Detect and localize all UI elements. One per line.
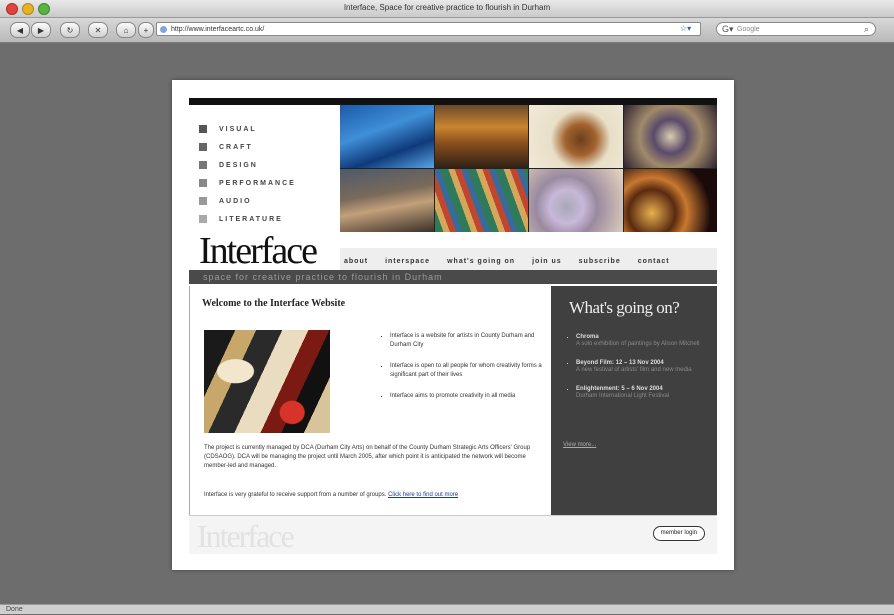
search-field[interactable]: G▾ Google ⌕ bbox=[716, 22, 876, 36]
nav-link-subscribe[interactable]: subscribe bbox=[579, 258, 621, 265]
whats-going-on-panel: What's going on? Chroma A solo exhibitio… bbox=[551, 286, 717, 515]
url-text: http://www.interfaceartc.co.uk/ bbox=[171, 25, 265, 33]
discipline-item-design[interactable]: DESIGN bbox=[199, 156, 296, 174]
top-strip bbox=[189, 98, 717, 105]
management-paragraph: The project is currently managed by DCA … bbox=[204, 445, 531, 469]
event-detail: Durham International Light Festival bbox=[576, 393, 670, 399]
event-detail: A solo exhibition of paintings by Alison… bbox=[576, 341, 700, 347]
search-engine-icon[interactable]: G▾ bbox=[722, 24, 734, 35]
rss-icon[interactable]: ☆▾ bbox=[680, 24, 691, 33]
event-item[interactable]: Beyond Film: 12 – 13 Nov 2004 A new fest… bbox=[576, 360, 711, 374]
view-more-link[interactable]: View more... bbox=[563, 442, 596, 448]
bullet-item: Interface is a website for artists in Co… bbox=[390, 332, 550, 350]
browser-toolbar: ◀ ▶ ↻ ✕ ⌂ + http://www.interfaceartc.co.… bbox=[0, 18, 894, 43]
discipline-label: AUDIO bbox=[219, 197, 252, 205]
discipline-item-visual[interactable]: VISUAL bbox=[199, 120, 296, 138]
support-paragraph: Interface is very grateful to receive su… bbox=[204, 491, 544, 500]
square-icon bbox=[199, 125, 207, 133]
discipline-item-audio[interactable]: AUDIO bbox=[199, 192, 296, 210]
site-container: VISUAL CRAFT DESIGN PERFORMANCE AUDIO LI… bbox=[189, 98, 717, 554]
event-item[interactable]: Enlightenment: 5 – 6 Nov 2004 Durham Int… bbox=[576, 386, 711, 400]
artwork-image bbox=[340, 169, 434, 232]
artwork-image bbox=[529, 105, 623, 168]
address-bar[interactable]: http://www.interfaceartc.co.uk/ bbox=[156, 22, 701, 36]
bookmark-add-icon[interactable]: + bbox=[138, 22, 154, 38]
site-footer: Interface member login bbox=[189, 515, 717, 554]
nav-link-contact[interactable]: contact bbox=[638, 258, 670, 265]
discipline-label: VISUAL bbox=[219, 125, 257, 133]
nav-link-interspace[interactable]: interspace bbox=[385, 258, 430, 265]
discipline-label: PERFORMANCE bbox=[219, 179, 296, 187]
bullet-item: Interface is open to all people for whom… bbox=[390, 362, 550, 380]
home-icon[interactable]: ⌂ bbox=[116, 22, 136, 38]
welcome-heading: Welcome to the Interface Website bbox=[202, 298, 346, 309]
web-page: VISUAL CRAFT DESIGN PERFORMANCE AUDIO LI… bbox=[172, 80, 734, 570]
search-placeholder: Google bbox=[737, 25, 760, 33]
artwork-image bbox=[340, 105, 434, 168]
back-button[interactable]: ◀ bbox=[10, 22, 30, 38]
search-icon[interactable]: ⌕ bbox=[864, 24, 869, 35]
site-logo[interactable]: Interface bbox=[199, 231, 318, 271]
reload-icon[interactable]: ↻ bbox=[60, 22, 80, 38]
nav-link-join-us[interactable]: join us bbox=[532, 258, 562, 265]
status-bar: Done bbox=[0, 604, 894, 614]
support-link[interactable]: Click here to find out more bbox=[388, 492, 458, 498]
stop-icon[interactable]: ✕ bbox=[88, 22, 108, 38]
nav-link-whats-going-on[interactable]: what's going on bbox=[447, 258, 515, 265]
bullet-item: Interface aims to promote creativity in … bbox=[390, 392, 550, 401]
discipline-label: CRAFT bbox=[219, 143, 253, 151]
intro-bullet-list: Interface is a website for artists in Co… bbox=[380, 332, 550, 413]
discipline-item-literature[interactable]: LITERATURE bbox=[199, 210, 296, 228]
window-title: Interface, Space for creative practice t… bbox=[343, 3, 551, 12]
discipline-menu: VISUAL CRAFT DESIGN PERFORMANCE AUDIO LI… bbox=[199, 120, 296, 228]
sidebar-heading: What's going on? bbox=[569, 298, 680, 317]
discipline-item-craft[interactable]: CRAFT bbox=[199, 138, 296, 156]
event-item[interactable]: Chroma A solo exhibition of paintings by… bbox=[576, 334, 711, 348]
square-icon bbox=[199, 197, 207, 205]
site-favicon-icon bbox=[160, 26, 167, 33]
main-nav: about interspace what's going on join us… bbox=[344, 258, 670, 265]
square-icon bbox=[199, 215, 207, 223]
square-icon bbox=[199, 143, 207, 151]
artwork-image bbox=[529, 169, 623, 232]
member-login-button[interactable]: member login bbox=[652, 526, 705, 541]
discipline-label: LITERATURE bbox=[219, 215, 283, 223]
artwork-image bbox=[434, 105, 528, 168]
discipline-item-performance[interactable]: PERFORMANCE bbox=[199, 174, 296, 192]
event-detail: A new festival of artists' film and new … bbox=[576, 367, 692, 373]
discipline-label: DESIGN bbox=[219, 161, 258, 169]
featured-artwork-image bbox=[204, 330, 330, 433]
footer-logo: Interface bbox=[197, 518, 295, 554]
artwork-image bbox=[623, 105, 717, 168]
tagline: space for creative practice to flourish … bbox=[203, 272, 443, 282]
nav-link-about[interactable]: about bbox=[344, 258, 368, 265]
artwork-image bbox=[434, 169, 528, 232]
events-list: Chroma A solo exhibition of paintings by… bbox=[567, 334, 711, 412]
window-titlebar: Interface, Space for creative practice t… bbox=[0, 0, 894, 18]
square-icon bbox=[199, 161, 207, 169]
artwork-image bbox=[623, 169, 717, 232]
forward-button[interactable]: ▶ bbox=[31, 22, 51, 38]
main-content: Welcome to the Interface Website Interfa… bbox=[189, 286, 551, 515]
support-text: Interface is very grateful to receive su… bbox=[204, 492, 387, 498]
artwork-gallery bbox=[340, 105, 717, 232]
square-icon bbox=[199, 179, 207, 187]
